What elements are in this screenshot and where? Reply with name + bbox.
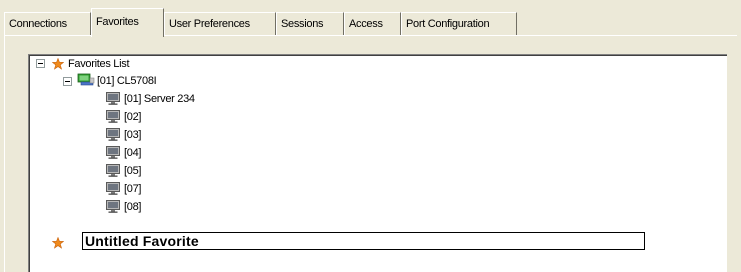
favorite-name-input[interactable]	[82, 232, 645, 250]
monitor-icon	[106, 146, 120, 159]
monitor-icon	[106, 164, 120, 177]
tree-node-label: [01] Server 234	[124, 93, 195, 105]
monitor-icon	[106, 128, 120, 141]
tab-user-preferences[interactable]: User Preferences	[164, 12, 276, 36]
tree-node-label: [01] CL5708I	[97, 75, 157, 87]
monitor-icon	[106, 200, 120, 213]
tab-access[interactable]: Access	[344, 12, 401, 36]
star-icon	[52, 58, 64, 70]
tab-favorites[interactable]: Favorites	[91, 8, 164, 38]
tree-node-label: [03]	[124, 129, 142, 141]
tab-port-configuration[interactable]: Port Configuration	[401, 12, 517, 36]
tree-node-label: [02]	[124, 111, 142, 123]
tab-connections[interactable]: Connections	[4, 12, 91, 36]
tree-node-label: [05]	[124, 165, 142, 177]
tab-strip: Connections Favorites User Preferences S…	[4, 8, 737, 38]
monitor-icon	[106, 110, 120, 123]
collapse-root-toggle[interactable]	[36, 59, 45, 68]
tree-node-label: [07]	[124, 183, 142, 195]
monitor-icon	[106, 182, 120, 195]
tree-node-label: Favorites List	[68, 58, 130, 70]
monitor-icon	[106, 92, 120, 105]
star-icon	[52, 237, 64, 249]
collapse-switch-toggle[interactable]	[63, 77, 72, 86]
network-computer-icon	[77, 73, 95, 86]
tree-node-label: [08]	[124, 201, 142, 213]
tab-sessions[interactable]: Sessions	[276, 12, 344, 36]
tree-node-label: [04]	[124, 147, 142, 159]
